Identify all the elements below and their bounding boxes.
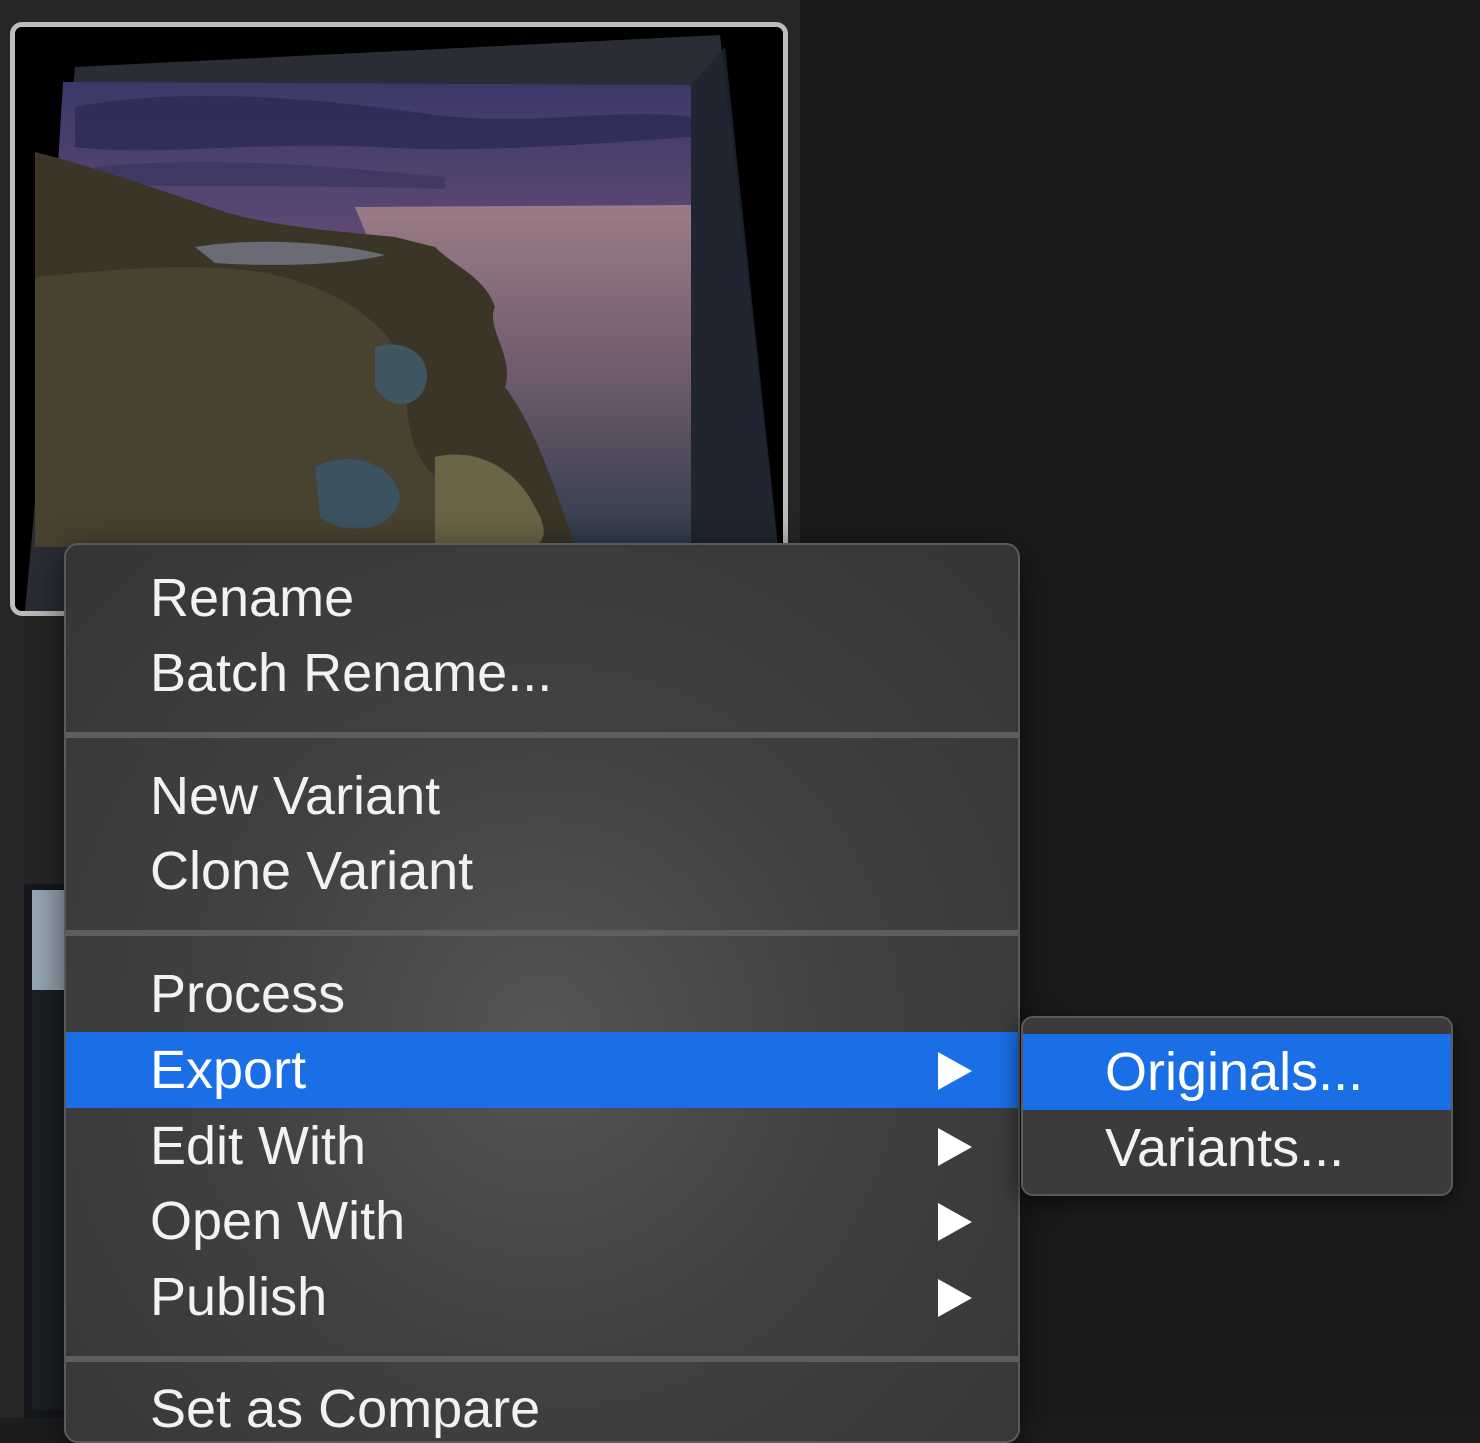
menu-item-label: Publish [150,1267,328,1327]
menu-item-process[interactable]: Process [66,956,1018,1032]
menu-separator [66,1356,1018,1362]
landscape-photo [15,27,783,611]
triangle-right-icon [938,1279,972,1317]
submenu-item-label: Originals... [1105,1042,1364,1102]
menu-item-batch-rename[interactable]: Batch Rename... [66,635,1018,711]
menu-item-label: Rename [150,568,355,628]
triangle-right-icon [938,1128,972,1166]
export-submenu: Originals... Variants... [1021,1016,1453,1196]
menu-item-label: Set as Compare [150,1379,541,1439]
menu-item-edit-with[interactable]: Edit With [66,1108,1018,1184]
menu-item-export[interactable]: Export [66,1032,1018,1108]
menu-separator [66,732,1018,738]
submenu-item-label: Variants... [1105,1118,1345,1178]
menu-item-clone-variant[interactable]: Clone Variant [66,833,1018,909]
triangle-right-icon [938,1052,972,1090]
menu-item-label: Clone Variant [150,841,474,901]
submenu-item-originals[interactable]: Originals... [1023,1034,1451,1110]
submenu-item-variants[interactable]: Variants... [1023,1110,1451,1186]
menu-item-set-as-compare[interactable]: Set as Compare [66,1371,1018,1441]
menu-item-new-variant[interactable]: New Variant [66,758,1018,834]
menu-item-label: Open With [150,1191,406,1251]
menu-item-label: Process [150,964,346,1024]
context-menu: Rename Batch Rename... New Variant Clone… [64,543,1020,1443]
menu-item-open-with[interactable]: Open With [66,1183,1018,1259]
menu-item-label: Export [150,1040,307,1100]
menu-item-label: New Variant [150,766,441,826]
menu-item-rename[interactable]: Rename [66,560,1018,636]
triangle-right-icon [938,1203,972,1241]
selected-thumbnail[interactable] [10,22,788,616]
menu-separator [66,930,1018,936]
menu-item-publish[interactable]: Publish [66,1259,1018,1335]
menu-item-label: Batch Rename... [150,643,553,703]
menu-item-label: Edit With [150,1116,367,1176]
